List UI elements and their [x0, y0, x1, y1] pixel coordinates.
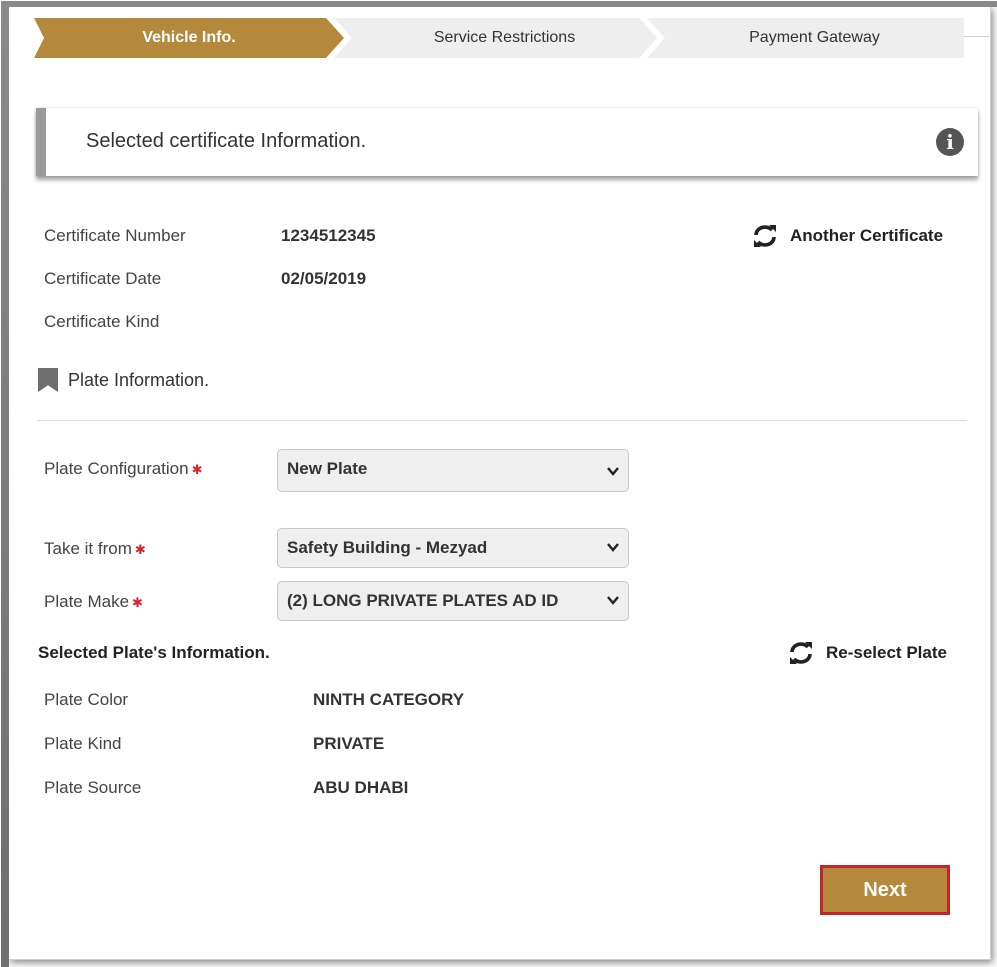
required-icon: ✱	[191, 461, 203, 477]
plate-kind-label: Plate Kind	[44, 734, 122, 753]
certificate-date-label: Certificate Date	[44, 269, 162, 288]
step-service-restrictions[interactable]: Service Restrictions	[334, 18, 657, 58]
certificate-number-label: Certificate Number	[44, 226, 186, 245]
take-it-from-label: Take it from ✱	[44, 539, 146, 559]
chevron-down-icon	[607, 596, 619, 605]
chevron-down-icon	[607, 467, 619, 476]
reselect-plate-label: Re-select Plate	[826, 643, 947, 662]
plate-information-heading: Plate Information.	[38, 368, 209, 392]
next-button[interactable]: Next	[820, 865, 950, 915]
certificate-date-value: 02/05/2019	[281, 269, 367, 288]
info-icon[interactable]: i	[936, 128, 964, 156]
another-certificate-button[interactable]: Another Certificate	[752, 224, 943, 248]
wizard-steps: Vehicle Info. Service Restrictions Payme…	[34, 18, 964, 58]
plate-color-value: NINTH CATEGORY	[313, 690, 465, 709]
divider	[964, 36, 989, 37]
selected-plate-heading: Selected Plate's Information.	[38, 643, 270, 662]
bookmark-icon	[38, 368, 58, 392]
chevron-down-icon	[607, 543, 619, 552]
step-label: Service Restrictions	[433, 29, 576, 46]
plate-color-label: Plate Color	[44, 690, 129, 709]
step-label: Vehicle Info.	[142, 29, 236, 46]
info-banner-text: Selected certificate Information.	[86, 130, 367, 152]
step-label: Payment Gateway	[749, 29, 880, 46]
another-certificate-label: Another Certificate	[790, 226, 944, 245]
section-divider	[37, 420, 967, 421]
plate-make-select[interactable]: (2) LONG PRIVATE PLATES AD ID	[277, 581, 629, 621]
step-vehicle-info[interactable]: Vehicle Info.	[34, 18, 344, 58]
plate-configuration-select[interactable]: New Plate	[277, 449, 629, 492]
select-value: New Plate	[287, 459, 368, 478]
plate-source-label: Plate Source	[44, 778, 142, 797]
refresh-icon	[790, 642, 812, 664]
select-value: (2) LONG PRIVATE PLATES AD ID	[287, 591, 559, 610]
required-icon: ✱	[132, 594, 143, 610]
section-title: Plate Information.	[68, 369, 210, 390]
plate-source-value: ABU DHABI	[313, 778, 409, 797]
plate-configuration-label: Plate Configuration ✱	[44, 459, 203, 479]
select-value: Safety Building - Mezyad	[287, 538, 488, 557]
field-label: Plate Configuration	[44, 459, 189, 478]
certificate-kind-label: Certificate Kind	[44, 312, 160, 331]
field-label: Take it from	[44, 539, 132, 558]
certificate-number-value: 1234512345	[281, 226, 376, 245]
required-icon: ✱	[134, 541, 146, 557]
plate-kind-value: PRIVATE	[313, 734, 385, 753]
field-label: Plate Make	[44, 592, 130, 611]
info-banner: Selected certificate Information. i	[36, 108, 978, 176]
plate-make-label: Plate Make ✱	[44, 592, 143, 612]
take-it-from-select[interactable]: Safety Building - Mezyad	[277, 528, 629, 568]
refresh-icon	[754, 225, 776, 247]
reselect-plate-button[interactable]: Re-select Plate	[788, 641, 947, 665]
step-payment-gateway[interactable]: Payment Gateway	[647, 18, 964, 58]
